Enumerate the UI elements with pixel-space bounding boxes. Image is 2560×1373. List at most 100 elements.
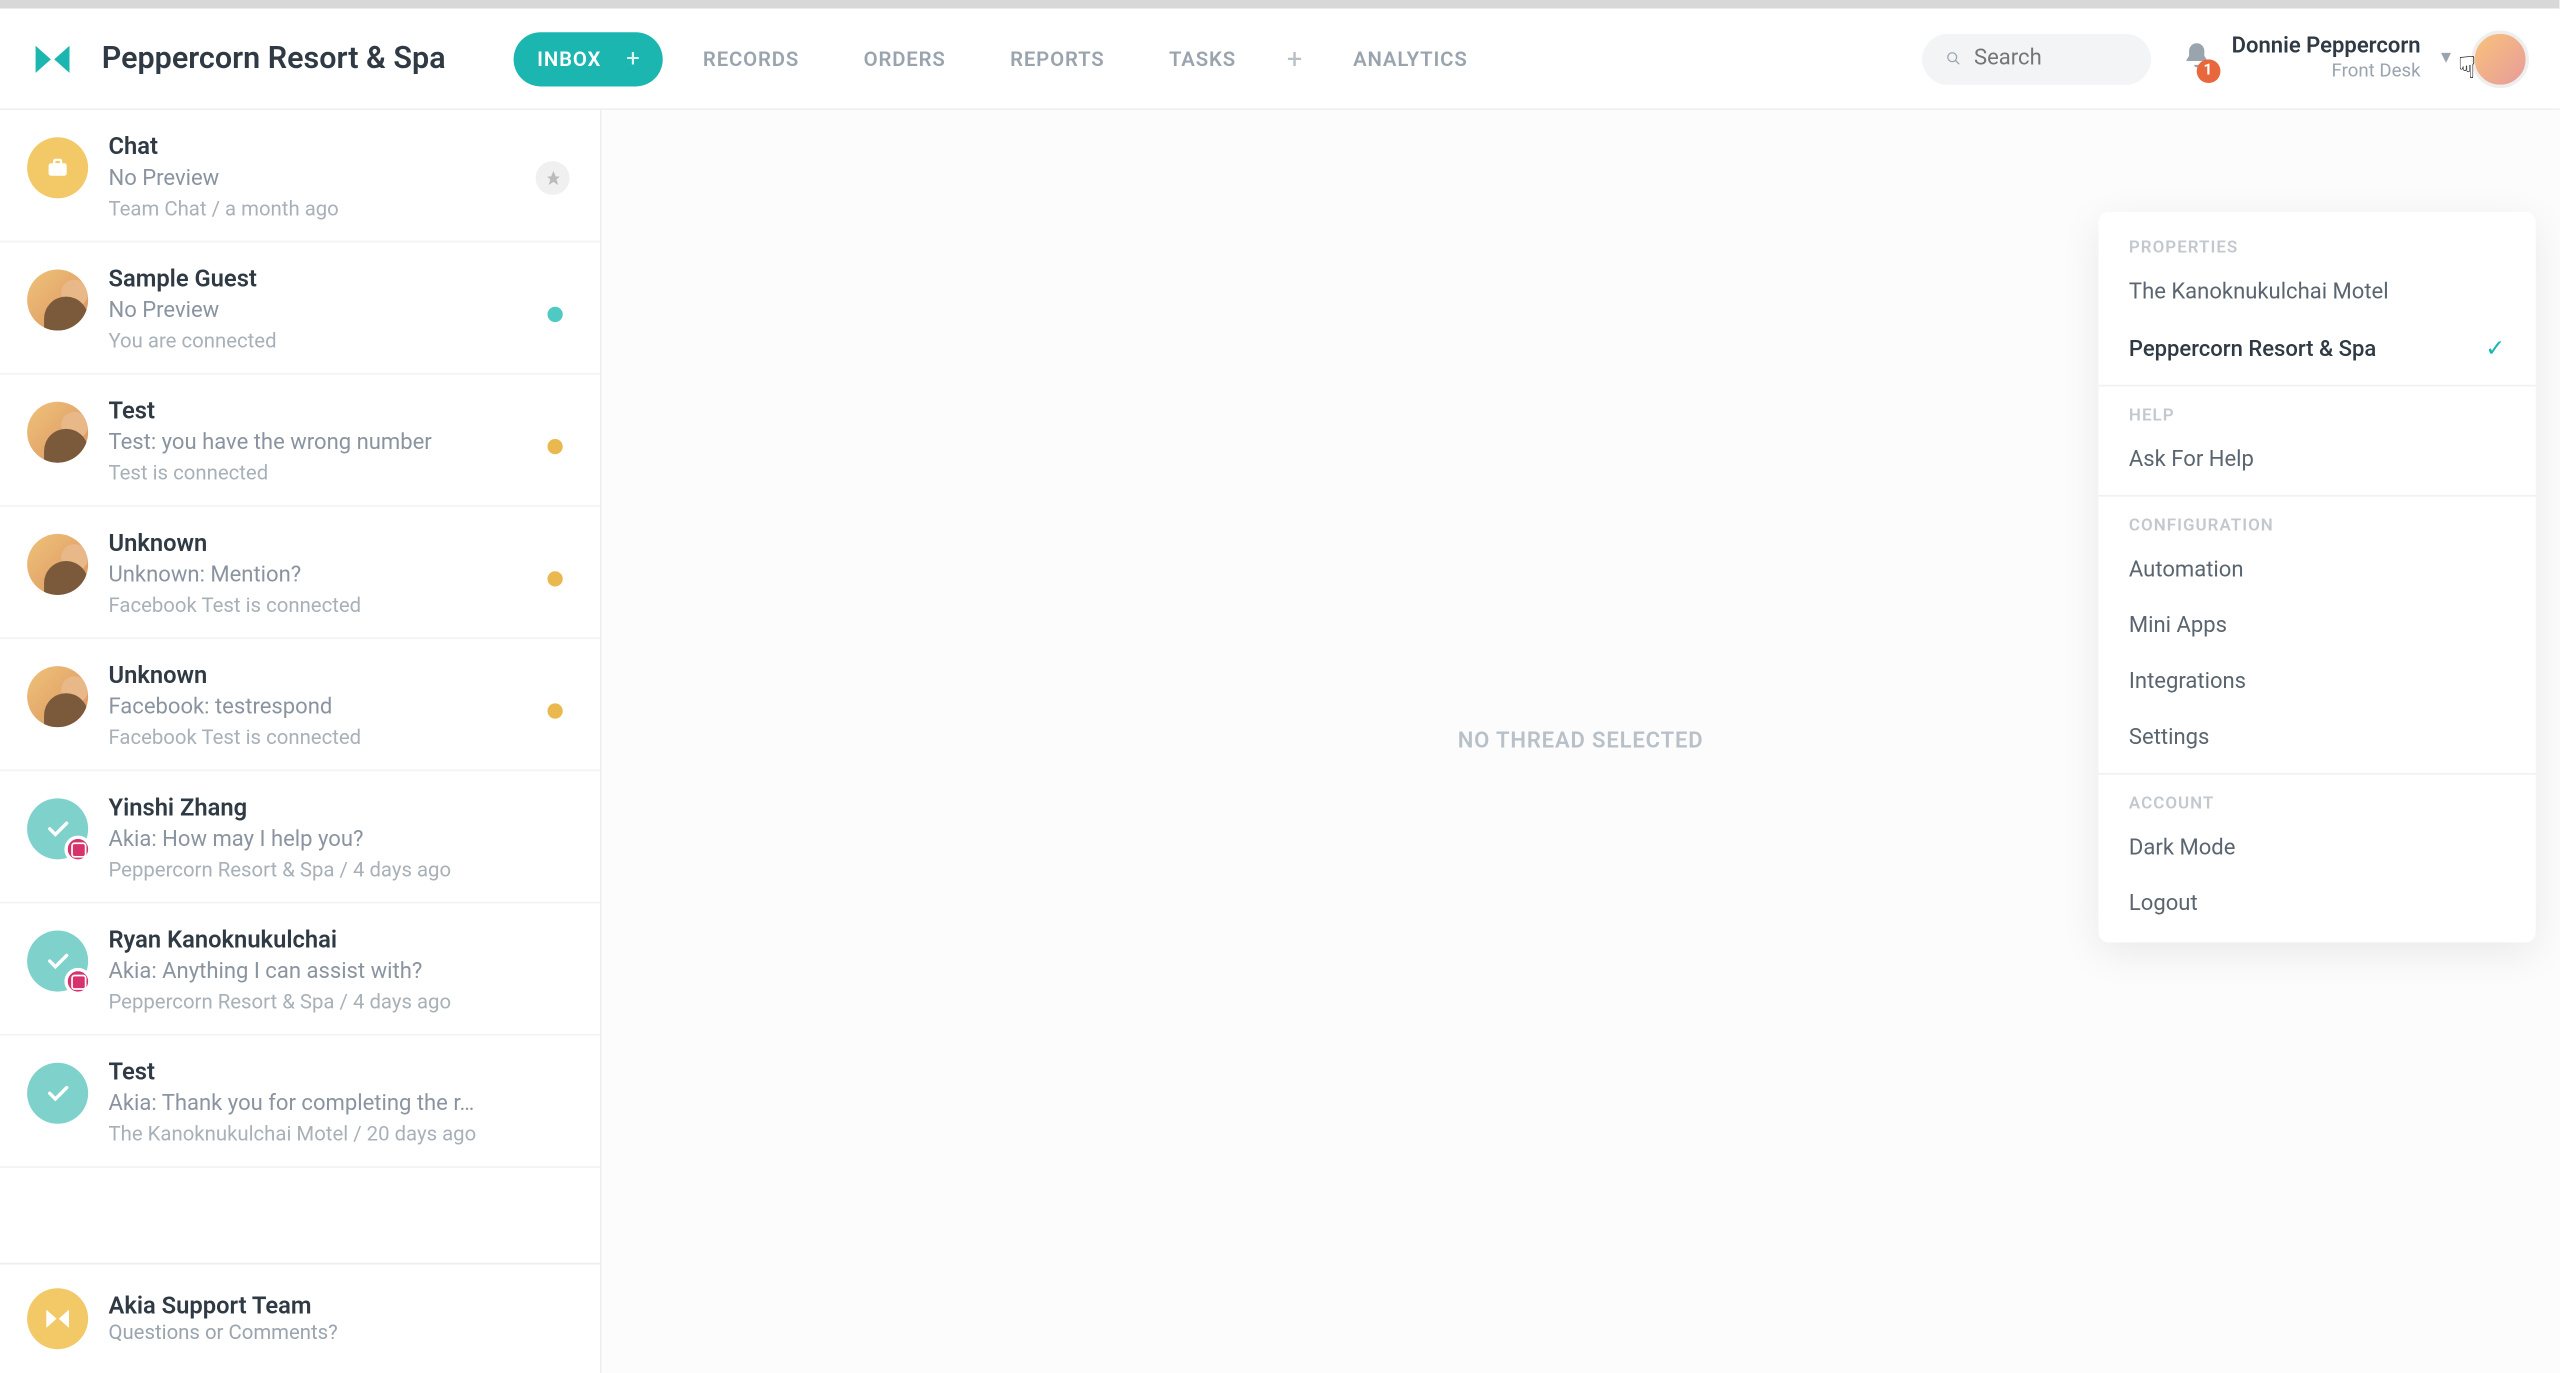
thread-preview: Facebook: testrespond [108, 695, 572, 720]
dropdown-item-label: Automation [2129, 558, 2244, 583]
thread-meta: Peppercorn Resort & Spa / 4 days ago [108, 990, 572, 1014]
dropdown-divider [2098, 495, 2535, 497]
thread-avatar [27, 270, 88, 331]
user-name: Donnie Peppercorn [2232, 33, 2421, 59]
user-role: Front Desk [2232, 60, 2421, 84]
chevron-down-icon: ▼ [2438, 49, 2455, 68]
dropdown-item-label: Logout [2129, 892, 2198, 917]
thread-preview: No Preview [108, 298, 572, 323]
thread-row[interactable]: Ryan Kanoknukulchai Akia: Anything I can … [0, 903, 600, 1035]
thread-row[interactable]: Yinshi ZhangAkia: How may I help you?Pep… [0, 771, 600, 903]
main-content: NO THREAD SELECTED PROPERTIES The Kanokn… [602, 110, 2560, 1373]
thread-avatar [27, 1063, 88, 1124]
unread-indicator [547, 571, 562, 586]
support-avatar [27, 1288, 88, 1349]
thread-meta: The Kanoknukulchai Motel / 20 days ago [108, 1122, 572, 1146]
add-tab-button[interactable]: + [1277, 42, 1313, 74]
browser-chrome-strip [0, 0, 2559, 8]
dropdown-item[interactable]: Ask For Help [2098, 432, 2535, 488]
thread-preview: No Preview [108, 166, 572, 191]
thread-list[interactable]: Chat No Preview Team Chat / a month ago Sam… [0, 110, 600, 1263]
dropdown-item-label: Integrations [2129, 670, 2246, 695]
dropdown-divider [2098, 773, 2535, 775]
plus-icon[interactable]: + [618, 43, 649, 74]
thread-row[interactable]: UnknownFacebook: testrespondFacebook Tes… [0, 639, 600, 771]
thread-avatar [27, 402, 88, 463]
search-input[interactable] [1974, 46, 2127, 71]
app-header: Peppercorn Resort & Spa INBOX + RECORDS … [0, 8, 2559, 110]
unread-indicator [547, 703, 562, 718]
thread-row[interactable]: Test Test: you have the wrong number Test … [0, 375, 600, 507]
thread-preview: Akia: How may I help you? [108, 827, 572, 852]
dropdown-item-label: Peppercorn Resort & Spa [2129, 336, 2376, 361]
nav-inbox-label: INBOX [537, 47, 601, 71]
dropdown-divider [2098, 385, 2535, 387]
thread-row[interactable]: Unknown Unknown: Mention? Facebook Test is… [0, 507, 600, 639]
pin-icon[interactable] [536, 161, 570, 195]
main-nav: INBOX + RECORDS ORDERS REPORTS TASKS + A… [513, 31, 1491, 85]
thread-avatar [27, 666, 88, 727]
thread-title: Test [108, 1059, 572, 1086]
thread-meta: Facebook Test is connected [108, 593, 572, 617]
thread-row[interactable]: Sample GuestNo PreviewYou are connected [0, 242, 600, 374]
inbox-sidebar: Chat No Preview Team Chat / a month ago Sam… [0, 110, 602, 1373]
dropdown-item-label: The Kanoknukulchai Motel [2129, 280, 2389, 305]
instagram-badge-icon [64, 571, 88, 595]
dropdown-item-label: Dark Mode [2129, 836, 2235, 861]
user-menu-trigger[interactable]: Donnie Peppercorn Front Desk ▼ ☟ [2232, 30, 2529, 88]
nav-orders[interactable]: ORDERS [840, 31, 970, 85]
thread-row[interactable]: Chat No Preview Team Chat / a month ago [0, 110, 600, 242]
thread-title: Ryan Kanoknukulchai [108, 927, 572, 954]
dropdown-item[interactable]: Settings [2098, 710, 2535, 766]
thread-meta: Peppercorn Resort & Spa / 4 days ago [108, 858, 572, 882]
workspace-title: Peppercorn Resort & Spa [102, 41, 446, 77]
search-box[interactable] [1921, 33, 2150, 84]
user-avatar[interactable]: ☟ [2471, 30, 2529, 88]
thread-meta: Team Chat / a month ago [108, 197, 572, 221]
search-icon [1945, 47, 1960, 69]
notifications-button[interactable]: 1 [2181, 40, 2212, 77]
thread-avatar [27, 534, 88, 595]
thread-preview: Unknown: Mention? [108, 563, 572, 588]
thread-row[interactable]: Test Akia: Thank you for completing the r… [0, 1036, 600, 1168]
dropdown-item-label: Ask For Help [2129, 447, 2254, 472]
instagram-badge-icon [64, 968, 91, 995]
thread-meta: Test is connected [108, 461, 572, 485]
thread-avatar [27, 798, 88, 859]
user-dropdown-menu: PROPERTIES The Kanoknukulchai MotelPeppe… [2098, 212, 2535, 943]
nav-tasks[interactable]: TASKS [1145, 31, 1260, 85]
dropdown-section-configuration: CONFIGURATION [2098, 503, 2535, 542]
dropdown-item[interactable]: Dark Mode [2098, 820, 2535, 876]
dropdown-item[interactable]: Peppercorn Resort & Spa ✓ [2098, 320, 2535, 378]
dropdown-item[interactable]: Logout [2098, 876, 2535, 932]
dropdown-item[interactable]: Integrations [2098, 654, 2535, 710]
empty-state-text: NO THREAD SELECTED [1458, 729, 1704, 754]
nav-analytics[interactable]: ANALYTICS [1329, 31, 1491, 85]
cursor-icon: ☟ [2458, 50, 2477, 86]
thread-title: Chat [108, 134, 572, 161]
thread-meta: Facebook Test is connected [108, 725, 572, 749]
support-team-row[interactable]: Akia Support Team Questions or Comments? [0, 1263, 600, 1373]
dropdown-item[interactable]: Mini Apps [2098, 598, 2535, 654]
thread-preview: Akia: Anything I can assist with? [108, 959, 572, 984]
thread-preview: Akia: Thank you for completing the r… [108, 1092, 572, 1117]
support-subtitle: Questions or Comments? [108, 1320, 337, 1344]
dropdown-item-label: Mini Apps [2129, 614, 2227, 639]
dropdown-section-account: ACCOUNT [2098, 781, 2535, 820]
dropdown-item[interactable]: The Kanoknukulchai Motel [2098, 264, 2535, 320]
thread-preview: Test: you have the wrong number [108, 431, 572, 456]
check-icon: ✓ [2485, 336, 2505, 363]
dropdown-item[interactable]: Automation [2098, 542, 2535, 598]
thread-title: Unknown [108, 531, 572, 558]
thread-avatar [27, 931, 88, 992]
unread-indicator [547, 307, 562, 322]
app-logo[interactable] [31, 36, 75, 80]
nav-inbox[interactable]: INBOX + [513, 31, 662, 85]
notification-count-badge: 1 [2196, 58, 2220, 82]
thread-title: Test [108, 398, 572, 425]
thread-avatar [27, 137, 88, 198]
support-title: Akia Support Team [108, 1293, 337, 1320]
nav-reports[interactable]: REPORTS [986, 31, 1128, 85]
nav-records[interactable]: RECORDS [679, 31, 823, 85]
dropdown-section-help: HELP [2098, 393, 2535, 432]
